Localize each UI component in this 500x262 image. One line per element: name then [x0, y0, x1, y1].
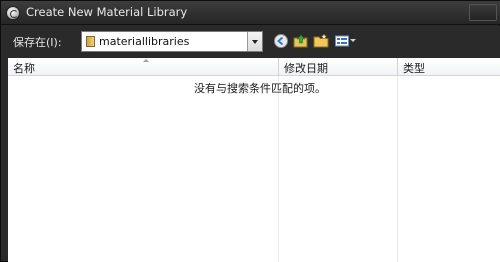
save-in-label: 保存在(I):: [13, 36, 62, 49]
save-in-dropdown[interactable]: materiallibraries: [81, 31, 263, 52]
view-menu-button[interactable]: [334, 33, 350, 49]
app-logo-icon: [6, 6, 20, 20]
create-material-library-dialog: Create New Material Library 保存在(I): mate…: [0, 0, 500, 262]
empty-list-message: 没有与搜索条件匹配的项。: [194, 82, 326, 95]
column-header-date-modified[interactable]: 修改日期: [284, 60, 328, 76]
back-button[interactable]: [273, 33, 289, 49]
list-header: 名称 修改日期 类型: [8, 58, 500, 76]
column-divider[interactable]: [278, 58, 279, 76]
view-menu-icon: [335, 35, 349, 47]
toolbar: 保存在(I): materiallibraries: [1, 26, 500, 58]
save-in-path-value: materiallibraries: [99, 35, 190, 48]
column-gridline: [397, 76, 398, 262]
new-folder-button[interactable]: [313, 33, 329, 49]
close-button[interactable]: [469, 4, 497, 21]
view-menu-dropdown-arrow[interactable]: [350, 39, 356, 42]
column-gridline: [278, 76, 279, 262]
window-title: Create New Material Library: [26, 5, 188, 19]
title-bar[interactable]: Create New Material Library: [1, 1, 500, 25]
column-divider[interactable]: [397, 58, 398, 76]
sort-ascending-icon: [143, 59, 149, 62]
back-icon: [274, 34, 288, 48]
column-header-type[interactable]: 类型: [403, 60, 425, 76]
up-folder-icon: [293, 34, 308, 48]
up-folder-button[interactable]: [293, 33, 309, 49]
file-list[interactable]: 名称 修改日期 类型 没有与搜索条件匹配的项。: [8, 58, 500, 262]
folder-icon: [86, 36, 95, 47]
column-header-name[interactable]: 名称: [13, 60, 35, 76]
chevron-down-icon[interactable]: [247, 32, 262, 51]
new-folder-icon: [313, 33, 329, 48]
